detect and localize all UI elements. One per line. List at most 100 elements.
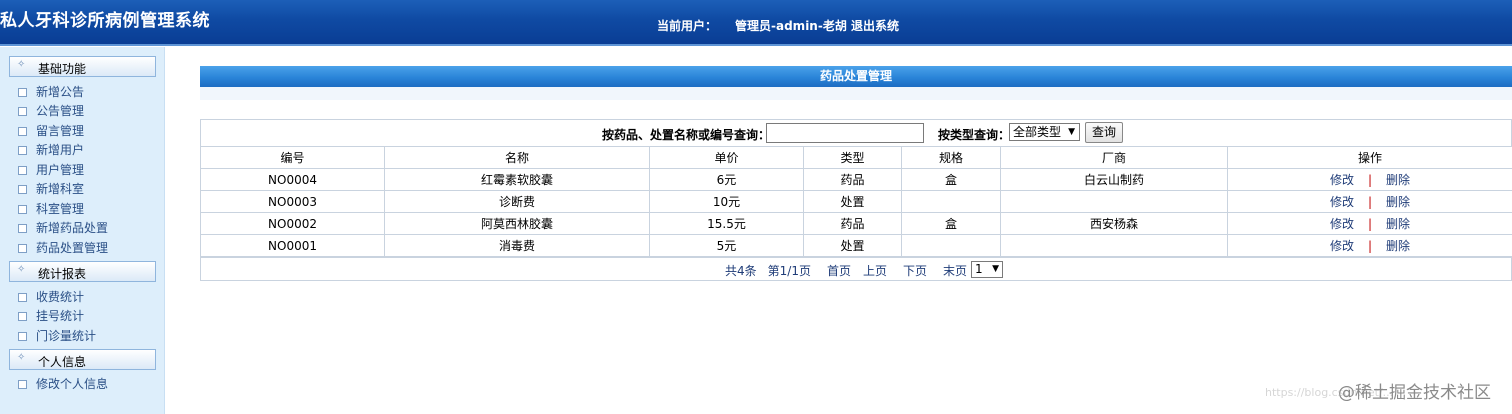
edit-link[interactable]: 修改 (1330, 217, 1354, 231)
logout-link[interactable]: 退出系统 (851, 19, 899, 33)
sidebar-item-add-department[interactable]: 新增科室 (18, 180, 84, 198)
cell-type: 处置 (803, 234, 902, 257)
type-filter-label: 按类型查询： (938, 128, 1011, 142)
next-page-link[interactable]: 下页 (903, 264, 927, 278)
expand-icon: ✧ (17, 352, 26, 363)
sidebar-item-label: 留言管理 (36, 124, 85, 138)
sidebar-item-fee-stats[interactable]: 收费统计 (18, 288, 84, 306)
last-page-link[interactable]: 末页 (943, 264, 967, 278)
sidebar-group-personal[interactable]: ✧ 个人信息 (9, 349, 156, 370)
sidebar-item-department-manage[interactable]: 科室管理 (18, 200, 84, 218)
sidebar-item-user-manage[interactable]: 用户管理 (18, 161, 84, 179)
menu-bullet-icon (18, 380, 27, 389)
sidebar-group-label: 个人信息 (38, 355, 87, 369)
sidebar-item-add-notice[interactable]: 新增公告 (18, 83, 84, 101)
table-row: NO0003 诊断费 10元 处置 修改 | 删除 (200, 190, 1512, 213)
total-count: 共4条 (725, 264, 757, 278)
column-header: 厂商 (1000, 146, 1228, 169)
menu-bullet-icon (18, 312, 27, 321)
sidebar-item-label: 新增药品处置 (36, 221, 109, 235)
column-header: 编号 (200, 146, 385, 169)
delete-link[interactable]: 删除 (1386, 217, 1410, 231)
cell-type: 药品 (803, 168, 902, 191)
sidebar-group-reports[interactable]: ✧ 统计报表 (9, 261, 156, 282)
cell-actions: 修改 | 删除 (1227, 234, 1512, 257)
edit-link[interactable]: 修改 (1330, 173, 1354, 187)
cell-type: 药品 (803, 212, 902, 235)
column-header: 规格 (901, 146, 1001, 169)
delete-link[interactable]: 删除 (1386, 239, 1410, 253)
sidebar-item-label: 用户管理 (36, 163, 85, 177)
cell-price: 15.5元 (649, 212, 804, 235)
menu-bullet-icon (18, 332, 27, 341)
menu-bullet-icon (18, 244, 27, 253)
cell-spec: 盒 (901, 212, 1001, 235)
drug-table: 编号 名称 单价 类型 规格 厂商 操作 NO0004 红霉素软胶囊 6元 药品… (200, 146, 1512, 257)
sidebar-group-basic[interactable]: ✧ 基础功能 (9, 56, 156, 77)
type-filter-select[interactable]: 全部类型 ▼ (1009, 123, 1080, 141)
cell-name: 诊断费 (384, 190, 650, 213)
column-header: 操作 (1227, 146, 1512, 169)
cell-actions: 修改 | 删除 (1227, 168, 1512, 191)
sidebar-item-edit-profile[interactable]: 修改个人信息 (18, 375, 108, 393)
expand-icon: ✧ (17, 59, 26, 70)
dropdown-arrow-icon: ▼ (992, 264, 999, 274)
page-select[interactable]: 1 ▼ (971, 261, 1003, 278)
sidebar-item-outpatient-stats[interactable]: 门诊量统计 (18, 327, 96, 345)
sidebar-item-label: 新增用户 (36, 143, 85, 157)
sidebar-item-label: 修改个人信息 (36, 377, 109, 391)
sidebar: ✧ 基础功能 新增公告 公告管理 留言管理 新增用户 用户管理 新增科室 科室管… (0, 47, 165, 414)
edit-link[interactable]: 修改 (1330, 195, 1354, 209)
cell-type: 处置 (803, 190, 902, 213)
app-title: 私人牙科诊所病例管理系统 (0, 11, 210, 31)
cell-vendor: 西安杨森 (1000, 212, 1228, 235)
current-user-label: 当前用户： (657, 19, 718, 33)
action-separator: | (1367, 239, 1373, 253)
column-header: 名称 (384, 146, 650, 169)
cell-vendor: 白云山制药 (1000, 168, 1228, 191)
cell-code: NO0001 (200, 234, 385, 257)
expand-icon: ✧ (17, 264, 26, 275)
cell-spec (901, 234, 1001, 257)
sidebar-item-label: 科室管理 (36, 202, 85, 216)
action-separator: | (1367, 173, 1373, 187)
cell-spec (901, 190, 1001, 213)
cell-spec: 盒 (901, 168, 1001, 191)
sidebar-item-label: 挂号统计 (36, 309, 85, 323)
action-separator: | (1367, 195, 1373, 209)
type-filter-value: 全部类型 (1013, 125, 1062, 139)
pagination-links: 共4条 第1/1页 首页 上页 下页 末页 (725, 262, 978, 279)
sidebar-item-label: 新增公告 (36, 85, 85, 99)
cell-name: 消毒费 (384, 234, 650, 257)
prev-page-link[interactable]: 上页 (863, 264, 887, 278)
sidebar-item-label: 公告管理 (36, 104, 85, 118)
page-info: 第1/1页 (767, 264, 811, 278)
top-header: 私人牙科诊所病例管理系统 当前用户： 管理员-admin-老胡 退出系统 (0, 0, 1512, 46)
cell-actions: 修改 | 删除 (1227, 212, 1512, 235)
table-row: NO0001 消毒费 5元 处置 修改 | 删除 (200, 234, 1512, 257)
cell-code: NO0002 (200, 212, 385, 235)
cell-code: NO0004 (200, 168, 385, 191)
first-page-link[interactable]: 首页 (827, 264, 851, 278)
sidebar-item-notice-manage[interactable]: 公告管理 (18, 102, 84, 120)
search-input[interactable] (766, 123, 924, 143)
edit-link[interactable]: 修改 (1330, 239, 1354, 253)
menu-bullet-icon (18, 224, 27, 233)
cell-price: 5元 (649, 234, 804, 257)
cell-price: 6元 (649, 168, 804, 191)
query-button[interactable]: 查询 (1085, 122, 1123, 143)
sidebar-item-message-manage[interactable]: 留言管理 (18, 122, 84, 140)
delete-link[interactable]: 删除 (1386, 195, 1410, 209)
panel-strip (200, 87, 1512, 100)
table-row: NO0004 红霉素软胶囊 6元 药品 盒 白云山制药 修改 | 删除 (200, 168, 1512, 191)
sidebar-item-registration-stats[interactable]: 挂号统计 (18, 307, 84, 325)
sidebar-item-drug-manage[interactable]: 药品处置管理 (18, 239, 108, 257)
sidebar-item-add-drug[interactable]: 新增药品处置 (18, 219, 108, 237)
sidebar-item-add-user[interactable]: 新增用户 (18, 141, 84, 159)
menu-bullet-icon (18, 107, 27, 116)
delete-link[interactable]: 删除 (1386, 173, 1410, 187)
menu-bullet-icon (18, 205, 27, 214)
sidebar-group-label: 基础功能 (38, 62, 87, 76)
column-header: 类型 (803, 146, 902, 169)
cell-price: 10元 (649, 190, 804, 213)
